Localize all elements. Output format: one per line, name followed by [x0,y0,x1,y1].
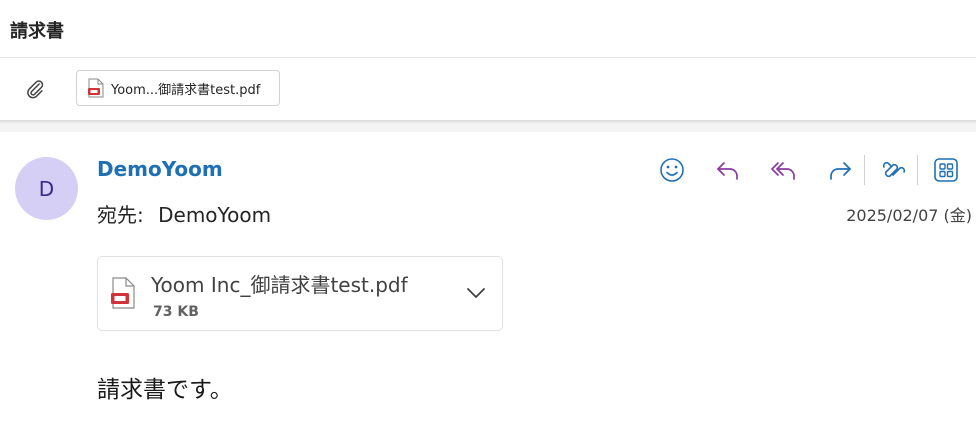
emoji-icon [660,158,684,182]
attachment-chip[interactable]: Yoom...御請求書test.pdf [76,70,280,106]
recipient-name[interactable]: DemoYoom [158,203,271,227]
reply-all-button[interactable] [764,150,804,190]
email-subject: 請求書 [10,21,64,42]
apps-icon [934,158,958,182]
attachment-size: 73 KB [153,304,199,320]
chevron-down-icon[interactable] [464,281,488,305]
reply-icon [717,162,738,180]
message-actions [652,150,976,190]
pdf-file-icon [111,277,135,309]
emoji-button[interactable] [652,150,692,190]
avatar[interactable]: D [15,157,78,220]
to-label: 宛先: [97,203,144,227]
attachment-card[interactable]: Yoom Inc_御請求書test.pdf 73 KB [97,256,503,331]
subject-bar: 請求書 [0,0,976,58]
forward-button[interactable] [820,150,860,190]
paperclip-icon[interactable] [24,78,46,100]
reply-all-icon [771,162,795,180]
copilot-icon [882,161,906,178]
attachment-name[interactable]: Yoom Inc_御請求書test.pdf [151,269,408,298]
actions-separator [917,155,918,185]
attachment-strip: Yoom...御請求書test.pdf [0,58,976,120]
copilot-button[interactable] [873,150,913,190]
forward-icon [830,162,851,180]
actions-separator [864,155,865,185]
divider [0,120,976,132]
reply-button[interactable] [708,150,748,190]
sender-name[interactable]: DemoYoom [97,157,223,181]
sent-date: 2025/02/07 (金) [846,206,972,225]
apps-button[interactable] [926,150,966,190]
attachment-chip-label: Yoom...御請求書test.pdf [111,82,261,98]
message-pane: D DemoYoom 宛先: DemoYoom 2025/02/07 (金) Y… [0,132,976,433]
pdf-file-icon [88,78,104,98]
recipient-line: 宛先: DemoYoom [97,199,271,228]
message-body: 請求書です。 [97,377,233,403]
